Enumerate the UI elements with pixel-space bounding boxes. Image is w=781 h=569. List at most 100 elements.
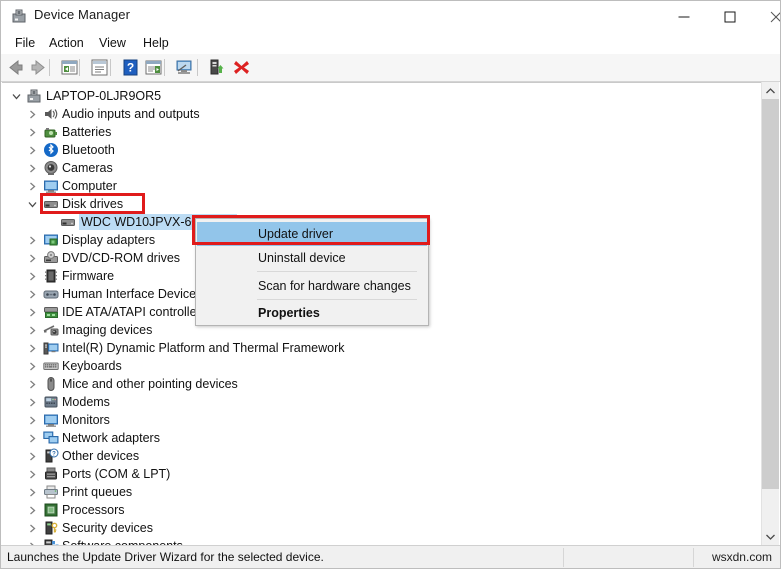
- chevron-down-icon[interactable]: [24, 195, 40, 213]
- title-bar: Device Manager: [1, 1, 780, 32]
- processor-icon: [43, 502, 59, 518]
- tree-item-label: Modems: [62, 395, 110, 409]
- vertical-scrollbar[interactable]: [761, 82, 779, 545]
- tree-item-label: Print queues: [62, 485, 133, 499]
- chevron-right-icon[interactable]: [24, 123, 40, 141]
- firmware-icon: [43, 268, 59, 284]
- uninstall-device-icon[interactable]: [231, 57, 252, 78]
- menu-bar: File Action View Help: [1, 32, 780, 54]
- scroll-up-button[interactable]: [762, 82, 779, 99]
- tree-item-label: Ports (COM & LPT): [62, 467, 171, 481]
- forward-icon[interactable]: [28, 57, 49, 78]
- chevron-right-icon[interactable]: [24, 375, 40, 393]
- tree-item-label: Firmware: [62, 269, 115, 283]
- hid-icon: [43, 286, 59, 302]
- chevron-right-icon[interactable]: [24, 267, 40, 285]
- chevron-right-icon[interactable]: [24, 249, 40, 267]
- tree-item-label: Batteries: [62, 125, 112, 139]
- device-manager-icon: [10, 7, 28, 25]
- bluetooth-icon: [43, 142, 59, 158]
- tree-item-label: Imaging devices: [62, 323, 153, 337]
- dvd-drive-icon: [43, 250, 59, 266]
- chevron-right-icon[interactable]: [24, 231, 40, 249]
- chevron-right-icon[interactable]: [24, 393, 40, 411]
- tree-item-label: Security devices: [62, 521, 154, 535]
- chevron-right-icon[interactable]: [24, 429, 40, 447]
- toolbar-separator: [197, 59, 198, 76]
- add-legacy-hardware-icon[interactable]: [206, 57, 227, 78]
- chevron-right-icon[interactable]: [24, 177, 40, 195]
- chevron-right-icon[interactable]: [24, 357, 40, 375]
- speaker-icon: [43, 106, 59, 122]
- other-device-icon: ?: [43, 448, 59, 464]
- show-hide-console-tree-icon[interactable]: [59, 57, 80, 78]
- chevron-right-icon[interactable]: [24, 285, 40, 303]
- close-button[interactable]: [753, 1, 780, 32]
- monitor-icon: [43, 412, 59, 428]
- tree-item-label: Audio inputs and outputs: [62, 107, 200, 121]
- chevron-right-icon[interactable]: [24, 303, 40, 321]
- window-title: Device Manager: [34, 7, 131, 22]
- chevron-right-icon[interactable]: [24, 411, 40, 429]
- chevron-down-icon[interactable]: [8, 87, 24, 105]
- printer-icon: [43, 484, 59, 500]
- menu-file[interactable]: File: [9, 35, 41, 51]
- status-separator: [563, 548, 564, 567]
- menu-view[interactable]: View: [93, 35, 132, 51]
- toolbar-separator: [164, 59, 165, 76]
- security-device-icon: [43, 520, 59, 536]
- back-icon[interactable]: [5, 57, 26, 78]
- toolbar: ?: [1, 54, 780, 82]
- keyboard-icon: [43, 358, 59, 374]
- chevron-right-icon[interactable]: [24, 501, 40, 519]
- tree-item-label: Network adapters: [62, 431, 160, 445]
- tree-item-label: Cameras: [62, 161, 113, 175]
- tree-item-label: Processors: [62, 503, 125, 517]
- tree-item-label: Monitors: [62, 413, 110, 427]
- chevron-right-icon[interactable]: [24, 321, 40, 339]
- properties-icon[interactable]: [89, 57, 110, 78]
- camera-icon: [43, 160, 59, 176]
- minimize-button[interactable]: [661, 1, 707, 32]
- tree-item-label: Mice and other pointing devices: [62, 377, 238, 391]
- modem-icon: [43, 394, 59, 410]
- context-menu-separator: [257, 299, 417, 300]
- chevron-right-icon[interactable]: [24, 465, 40, 483]
- computer-icon: [43, 178, 59, 194]
- toolbar-separator: [49, 59, 50, 76]
- device-manager-window: Device Manager File Action View Help ? L…: [0, 0, 781, 569]
- chevron-right-icon[interactable]: [24, 141, 40, 159]
- menu-help[interactable]: Help: [137, 35, 175, 51]
- status-bar: Launches the Update Driver Wizard for th…: [1, 545, 780, 568]
- update-driver-software-icon[interactable]: [143, 57, 164, 78]
- chevron-right-icon[interactable]: [24, 519, 40, 537]
- chevron-right-icon[interactable]: [24, 483, 40, 501]
- tree-item-label: Human Interface Devices: [62, 287, 203, 301]
- maximize-button[interactable]: [707, 1, 753, 32]
- help-icon[interactable]: ?: [120, 57, 141, 78]
- chevron-right-icon[interactable]: [24, 159, 40, 177]
- disk-drives-highlight-box: [40, 193, 145, 214]
- chevron-right-icon[interactable]: [24, 339, 40, 357]
- context-menu-item-properties[interactable]: Properties: [197, 301, 427, 325]
- battery-icon: [43, 124, 59, 140]
- update-driver-highlight-box: [192, 215, 430, 245]
- imaging-device-icon: [43, 322, 59, 338]
- context-menu-item-uninstall-device[interactable]: Uninstall device: [197, 246, 427, 270]
- scrollbar-thumb[interactable]: [762, 99, 779, 489]
- tree-item-label: Bluetooth: [62, 143, 115, 157]
- scroll-down-button[interactable]: [762, 528, 779, 545]
- chevron-right-icon[interactable]: [24, 447, 40, 465]
- display-adapter-icon: [43, 232, 59, 248]
- chevron-right-icon[interactable]: [24, 105, 40, 123]
- device-tree[interactable]: LAPTOP-0LJR9OR5 Audio inputs and outputs: [2, 82, 762, 546]
- menu-action[interactable]: Action: [43, 35, 90, 51]
- status-separator: [693, 548, 694, 567]
- scan-for-hardware-changes-icon[interactable]: [174, 57, 195, 78]
- context-menu-item-scan-for-hardware-changes[interactable]: Scan for hardware changes: [197, 274, 427, 298]
- tree-item-label: Display adapters: [62, 233, 156, 247]
- toolbar-separator: [79, 59, 80, 76]
- toolbar-separator: [110, 59, 111, 76]
- tree-item-label: Computer: [62, 179, 117, 193]
- ide-controller-icon: [43, 304, 59, 320]
